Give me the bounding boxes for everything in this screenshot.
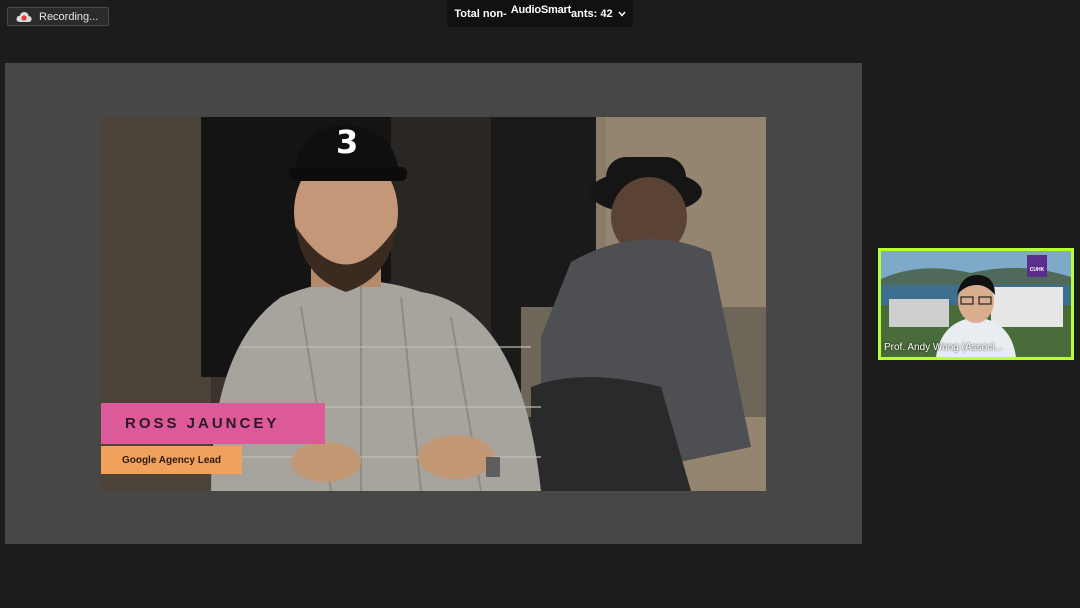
recording-indicator[interactable]: Recording... xyxy=(7,7,109,26)
shared-video: 3 ROSS JAUNCEY Google Agency Lead xyxy=(101,117,766,491)
participant-video-tile[interactable]: CUHK Prof. Andy Wong (Associ... xyxy=(878,248,1074,360)
participants-dropdown[interactable]: Total non- AudioSmart ants: 42 xyxy=(447,0,633,27)
audiosmart-overlay: AudioSmart xyxy=(510,3,572,16)
speaker-role-plate: Google Agency Lead xyxy=(101,446,242,474)
chevron-down-icon xyxy=(618,9,626,19)
recording-label: Recording... xyxy=(39,10,99,23)
cap-number: 3 xyxy=(336,123,359,161)
participants-prefix: Total non- xyxy=(454,7,507,20)
speaker-name-plate: ROSS JAUNCEY xyxy=(101,403,325,444)
meeting-window: Recording... Total non- AudioSmart ants:… xyxy=(0,0,1080,608)
shared-screen: 3 ROSS JAUNCEY Google Agency Lead xyxy=(5,63,862,544)
participants-count: ants: 42 xyxy=(571,7,613,20)
cuhk-logo: CUHK xyxy=(1029,267,1045,273)
cloud-recording-icon xyxy=(16,11,32,23)
participant-name-label: Prof. Andy Wong (Associ... xyxy=(884,342,1003,353)
